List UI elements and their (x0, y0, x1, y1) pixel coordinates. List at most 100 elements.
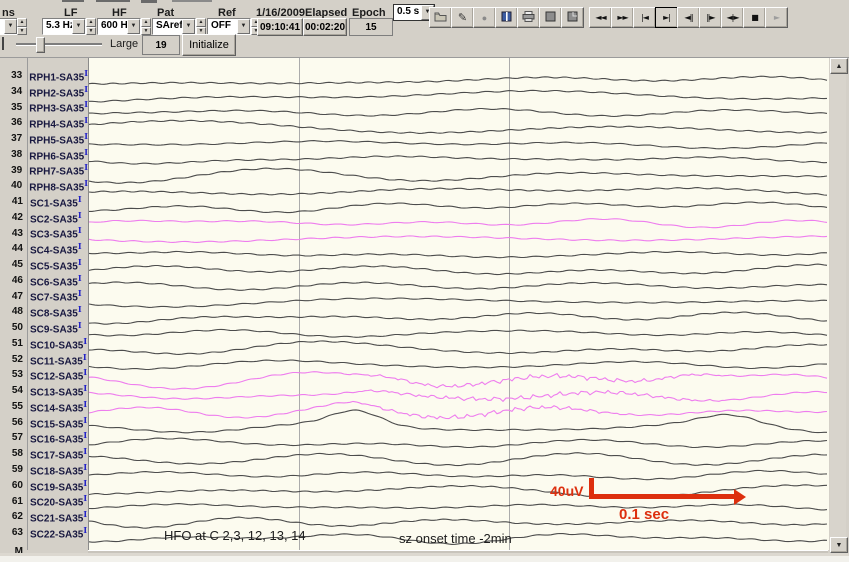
channel-label[interactable]: SC2-SA35I (30, 210, 82, 225)
ref-value: OFF (208, 19, 237, 34)
down-arrow-icon: ▼ (836, 542, 843, 549)
play-button[interactable]: ► (765, 7, 788, 28)
channel-label[interactable]: SC8-SA35I (30, 304, 82, 319)
montage-marker-icon: I (78, 210, 82, 220)
sheet-copy-button[interactable] (561, 7, 584, 28)
vertical-scrollbar[interactable]: ▲ ▼ (830, 58, 846, 553)
channel-number: 33 (0, 70, 22, 81)
channel-label[interactable]: RPH3-SA35I (29, 99, 88, 114)
channel-label[interactable]: RPH2-SA35I (29, 84, 88, 99)
fast-forward-button[interactable]: ►► (611, 7, 634, 28)
eeg-trace (89, 401, 827, 419)
channel-label[interactable]: SC14-SA35I (30, 399, 87, 414)
channel-number: 43 (0, 228, 23, 239)
channel-label[interactable]: RPH1-SA35I (29, 68, 88, 83)
channel-label[interactable]: SC21-SA35I (30, 509, 87, 524)
ref-select[interactable]: OFF ▼ (207, 18, 251, 35)
chevron-down-icon[interactable]: ▼ (72, 19, 85, 34)
montage-marker-icon: I (78, 273, 82, 283)
rewind-button[interactable]: ◄◄ (589, 7, 612, 28)
channel-number: 38 (0, 149, 22, 160)
channel-number: 42 (0, 212, 23, 223)
channel-label[interactable]: SC5-SA35I (30, 257, 82, 272)
printer-button[interactable] (517, 7, 540, 28)
channel-row: 53SC12-SA35I (0, 367, 88, 382)
channel-row: 52SC11-SA35I (0, 352, 88, 367)
channel-label[interactable]: SC17-SA35I (30, 446, 87, 461)
pencil-button[interactable]: ✎ (451, 7, 474, 28)
initialize-button[interactable]: Initialize (182, 34, 236, 56)
channel-label[interactable]: SC13-SA35I (30, 383, 87, 398)
channel-label[interactable]: SC22-SA35I (30, 525, 87, 540)
lf-select[interactable]: 5.3 Hz ▼ (42, 18, 86, 35)
pat-select[interactable]: SAref ▼ (152, 18, 196, 35)
pat-spinner[interactable]: ▲▼ (196, 18, 206, 35)
channel-label[interactable]: SC1-SA35I (30, 194, 82, 209)
zoom-slider-track[interactable] (16, 43, 102, 46)
channel-row: 46SC6-SA35I (0, 273, 88, 288)
channel-label[interactable]: SC9-SA35I (30, 320, 82, 335)
hf-spinner[interactable]: ▲▼ (141, 18, 151, 35)
montage-marker-icon: I (83, 462, 87, 472)
time-scale-arrowhead (734, 489, 746, 505)
lf-spinner[interactable]: ▲▼ (86, 18, 96, 35)
page-forward-button[interactable]: ►| (655, 7, 678, 28)
scroll-up-button[interactable]: ▲ (830, 58, 848, 74)
montage-marker-icon: I (78, 241, 82, 251)
chevron-down-icon[interactable]: ▼ (4, 19, 17, 34)
eeg-trace (89, 517, 827, 528)
chevron-down-icon[interactable]: ▼ (127, 19, 140, 34)
folder-button[interactable] (429, 7, 452, 28)
center-button[interactable]: ◄|► (721, 7, 744, 28)
timebase-value: 0.5 s (394, 5, 421, 20)
channel-number: 56 (0, 417, 23, 428)
step-forward-button[interactable]: ‖► (699, 7, 722, 28)
eeg-traces (89, 58, 829, 550)
channel-label[interactable]: SC16-SA35I (30, 430, 87, 445)
channel-label[interactable]: SC7-SA35I (30, 288, 82, 303)
circle-button[interactable]: ● (473, 7, 496, 28)
channel-label[interactable]: SC20-SA35I (30, 493, 87, 508)
channel-label[interactable]: SC3-SA35I (30, 225, 82, 240)
stop-button[interactable]: ■ (743, 7, 766, 28)
notebook-button[interactable] (495, 7, 518, 28)
time-button[interactable]: 09:10:41 (257, 18, 303, 36)
channel-label[interactable]: SC4-SA35I (30, 241, 82, 256)
channel-label[interactable]: SC11-SA35I (30, 352, 87, 367)
channel-label[interactable]: RPH4-SA35I (29, 115, 88, 130)
channel-label[interactable]: RPH6-SA35I (29, 147, 88, 162)
size-field[interactable]: 19 (142, 35, 180, 55)
menu-remnant (172, 0, 212, 2)
chevron-down-icon[interactable]: ▼ (182, 19, 195, 34)
scroll-down-button[interactable]: ▼ (830, 537, 848, 553)
channel-label[interactable]: SC10-SA35I (30, 336, 87, 351)
channel-label[interactable]: SC12-SA35I (30, 367, 87, 382)
sheet-button[interactable] (539, 7, 562, 28)
channel-number: 45 (0, 259, 23, 270)
montage-marker-icon: I (78, 194, 82, 204)
zoom-slider-handle[interactable] (36, 37, 45, 53)
trace-panel[interactable]: HFO at C 2,3, 12, 13, 14 sz onset time -… (88, 58, 829, 550)
elapsed-button[interactable]: 00:02:20 (303, 18, 347, 36)
channel-label[interactable]: SC18-SA35I (30, 462, 87, 477)
epoch-value: 15 (349, 18, 393, 36)
channel-label[interactable]: SC15-SA35I (30, 415, 87, 430)
sens-spinner[interactable]: ▲▼ (17, 18, 27, 35)
channel-label[interactable]: SC19-SA35I (30, 478, 87, 493)
channel-label[interactable]: SC6-SA35I (30, 273, 82, 288)
channel-label[interactable]: RPH8-SA35I (29, 178, 88, 193)
eeg-trace (89, 329, 827, 337)
montage-marker-icon: I (78, 288, 82, 298)
channel-label[interactable]: RPH7-SA35I (29, 162, 88, 177)
chevron-down-icon[interactable]: ▼ (237, 19, 250, 34)
eeg-trace (89, 298, 827, 308)
page-back-button[interactable]: |◄ (633, 7, 656, 28)
channel-number: 54 (0, 385, 23, 396)
channel-label[interactable]: RPH5-SA35I (29, 131, 88, 146)
channel-number: 57 (0, 432, 23, 443)
sens-select[interactable]: V ▼ (0, 18, 18, 35)
channel-row: 36RPH4-SA35I (0, 115, 88, 130)
step-back-button[interactable]: ◄‖ (677, 7, 700, 28)
eeg-trace (89, 188, 827, 196)
hf-select[interactable]: 600 Hz ▼ (97, 18, 141, 35)
